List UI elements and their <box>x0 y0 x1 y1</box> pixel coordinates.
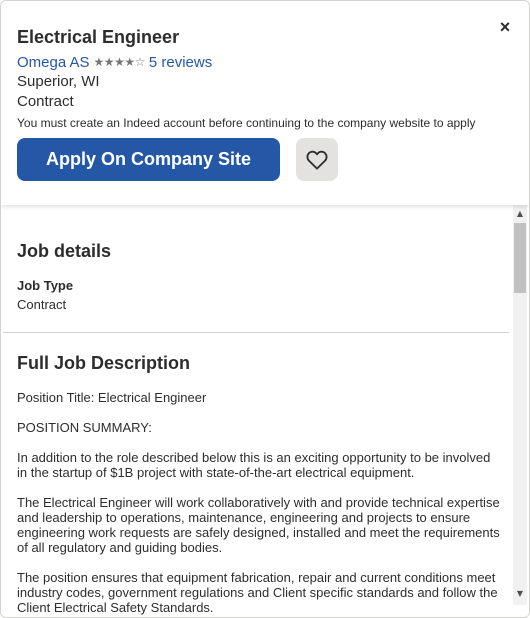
description-paragraph: POSITION SUMMARY: <box>17 420 152 435</box>
section-divider <box>3 332 509 333</box>
scrollbar[interactable]: ▲ ▼ <box>513 205 527 605</box>
reviews-link[interactable]: 5 reviews <box>149 54 212 71</box>
job-description-scroll[interactable]: Job details Job Type Contract Full Job D… <box>1 205 529 617</box>
apply-button[interactable]: Apply On Company Site <box>17 138 280 181</box>
full-description-heading: Full Job Description <box>17 353 191 373</box>
job-details-heading: Job details <box>17 241 112 261</box>
account-notice: You must create an Indeed account before… <box>17 116 476 130</box>
scroll-up-arrow-icon[interactable]: ▲ <box>513 207 527 221</box>
job-panel: Electrical Engineer × Omega AS ★★★★☆ 5 r… <box>0 0 530 618</box>
description-paragraph: In addition to the role described below … <box>17 450 491 480</box>
description-paragraph: The Electrical Engineer will work collab… <box>17 495 500 555</box>
job-type: Contract <box>17 93 74 110</box>
company-link[interactable]: Omega AS <box>17 54 90 71</box>
heart-icon <box>306 150 328 170</box>
job-title: Electrical Engineer <box>17 27 180 47</box>
rating-stars-icon: ★★★★☆ <box>93 55 146 69</box>
scroll-down-arrow-icon[interactable]: ▼ <box>513 587 527 601</box>
job-location: Superior, WI <box>17 73 100 90</box>
description-paragraph: The position ensures that equipment fabr… <box>17 570 498 615</box>
job-type-label: Job Type <box>17 278 74 293</box>
scrollbar-thumb[interactable] <box>514 223 526 293</box>
close-icon[interactable]: × <box>495 17 515 37</box>
description-paragraph: Position Title: Electrical Engineer <box>17 390 207 405</box>
job-type-value: Contract <box>17 297 67 312</box>
save-job-button[interactable] <box>296 138 338 181</box>
company-row: Omega AS ★★★★☆ 5 reviews <box>17 53 212 71</box>
job-header: Electrical Engineer × Omega AS ★★★★☆ 5 r… <box>1 1 529 205</box>
